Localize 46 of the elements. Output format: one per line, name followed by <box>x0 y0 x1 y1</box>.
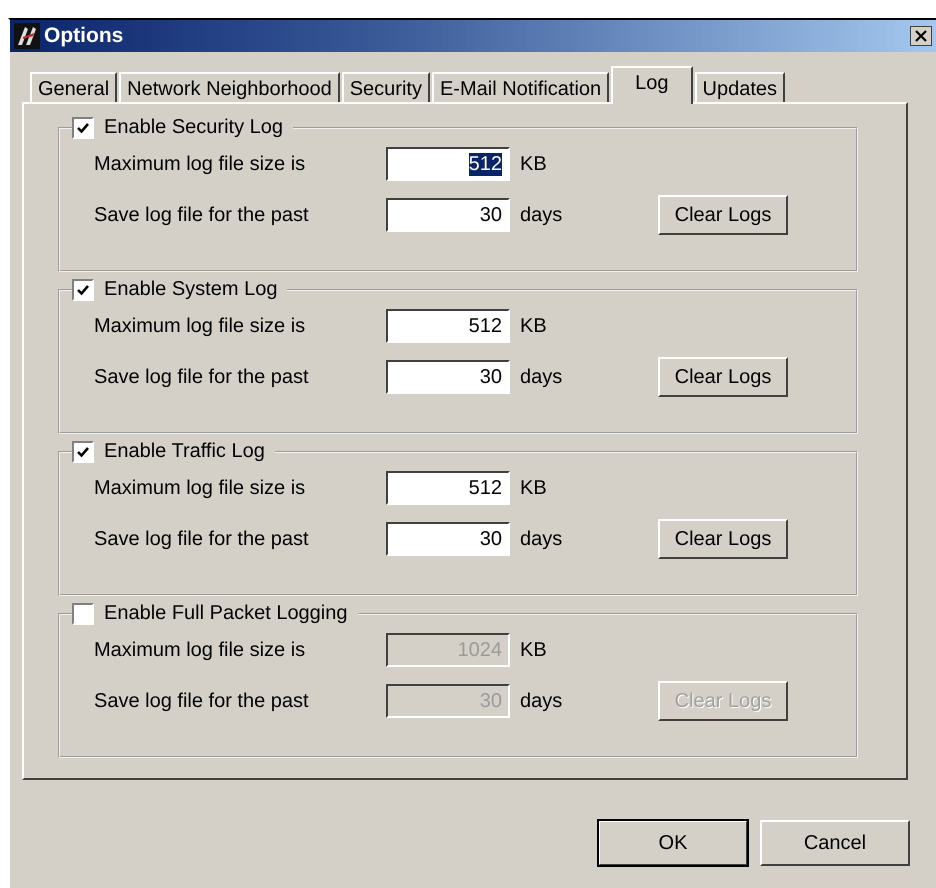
unit-label: KB <box>519 152 548 176</box>
window-title: Options <box>44 24 124 48</box>
field-label: Maximum log file size is <box>94 152 306 176</box>
field-label: Maximum log file size is <box>94 314 306 338</box>
input-field[interactable]: 512 <box>386 471 510 505</box>
tab[interactable]: Updates <box>694 72 786 102</box>
clear-logs-button[interactable]: Clear Logs <box>658 195 788 235</box>
check-icon <box>76 120 90 134</box>
checkbox-label: Enable Security Log <box>104 116 284 139</box>
dialog-button[interactable]: Cancel <box>760 820 910 866</box>
app-icon <box>14 23 40 49</box>
clear-logs-button[interactable]: Clear Logs <box>658 357 788 397</box>
field-label: Save log file for the past <box>94 204 310 226</box>
checkbox-label: Enable System Log <box>104 278 278 301</box>
input-field[interactable]: 512 <box>386 147 510 181</box>
checkbox[interactable] <box>72 278 94 300</box>
field-label: Save log file for the past <box>94 366 310 388</box>
unit-label: days <box>519 528 564 550</box>
unit-label: KB <box>519 638 548 662</box>
unit-label: days <box>519 690 564 712</box>
checkbox[interactable] <box>72 116 94 138</box>
unit-label: days <box>519 366 564 388</box>
unit-label: KB <box>519 314 548 338</box>
input-field[interactable]: 30 <box>386 360 510 394</box>
tab[interactable]: Network Neighborhood <box>119 72 340 102</box>
tab[interactable]: Log <box>611 66 693 104</box>
field-label: Save log file for the past <box>94 528 310 550</box>
unit-label: KB <box>519 476 548 500</box>
input-field[interactable]: 30 <box>386 522 510 556</box>
tab[interactable]: General <box>30 72 118 102</box>
field-label: Maximum log file size is <box>94 638 306 662</box>
tab[interactable]: E-Mail Notification <box>432 72 610 102</box>
clear-logs-button[interactable]: Clear Logs <box>658 519 788 559</box>
checkbox-label: Enable Traffic Log <box>104 440 265 463</box>
checkbox[interactable] <box>72 440 94 462</box>
close-icon[interactable] <box>910 26 932 46</box>
dialog-button[interactable]: OK <box>598 820 748 866</box>
check-icon <box>76 282 90 296</box>
input-field[interactable]: 512 <box>386 309 510 343</box>
input-field[interactable]: 30 <box>386 198 510 232</box>
check-icon <box>76 444 90 458</box>
unit-label: days <box>519 204 564 226</box>
field-label: Save log file for the past <box>94 690 310 712</box>
field-label: Maximum log file size is <box>94 476 306 500</box>
tab[interactable]: Security <box>342 72 430 102</box>
checkbox-label: Enable Full Packet Logging <box>104 602 348 625</box>
